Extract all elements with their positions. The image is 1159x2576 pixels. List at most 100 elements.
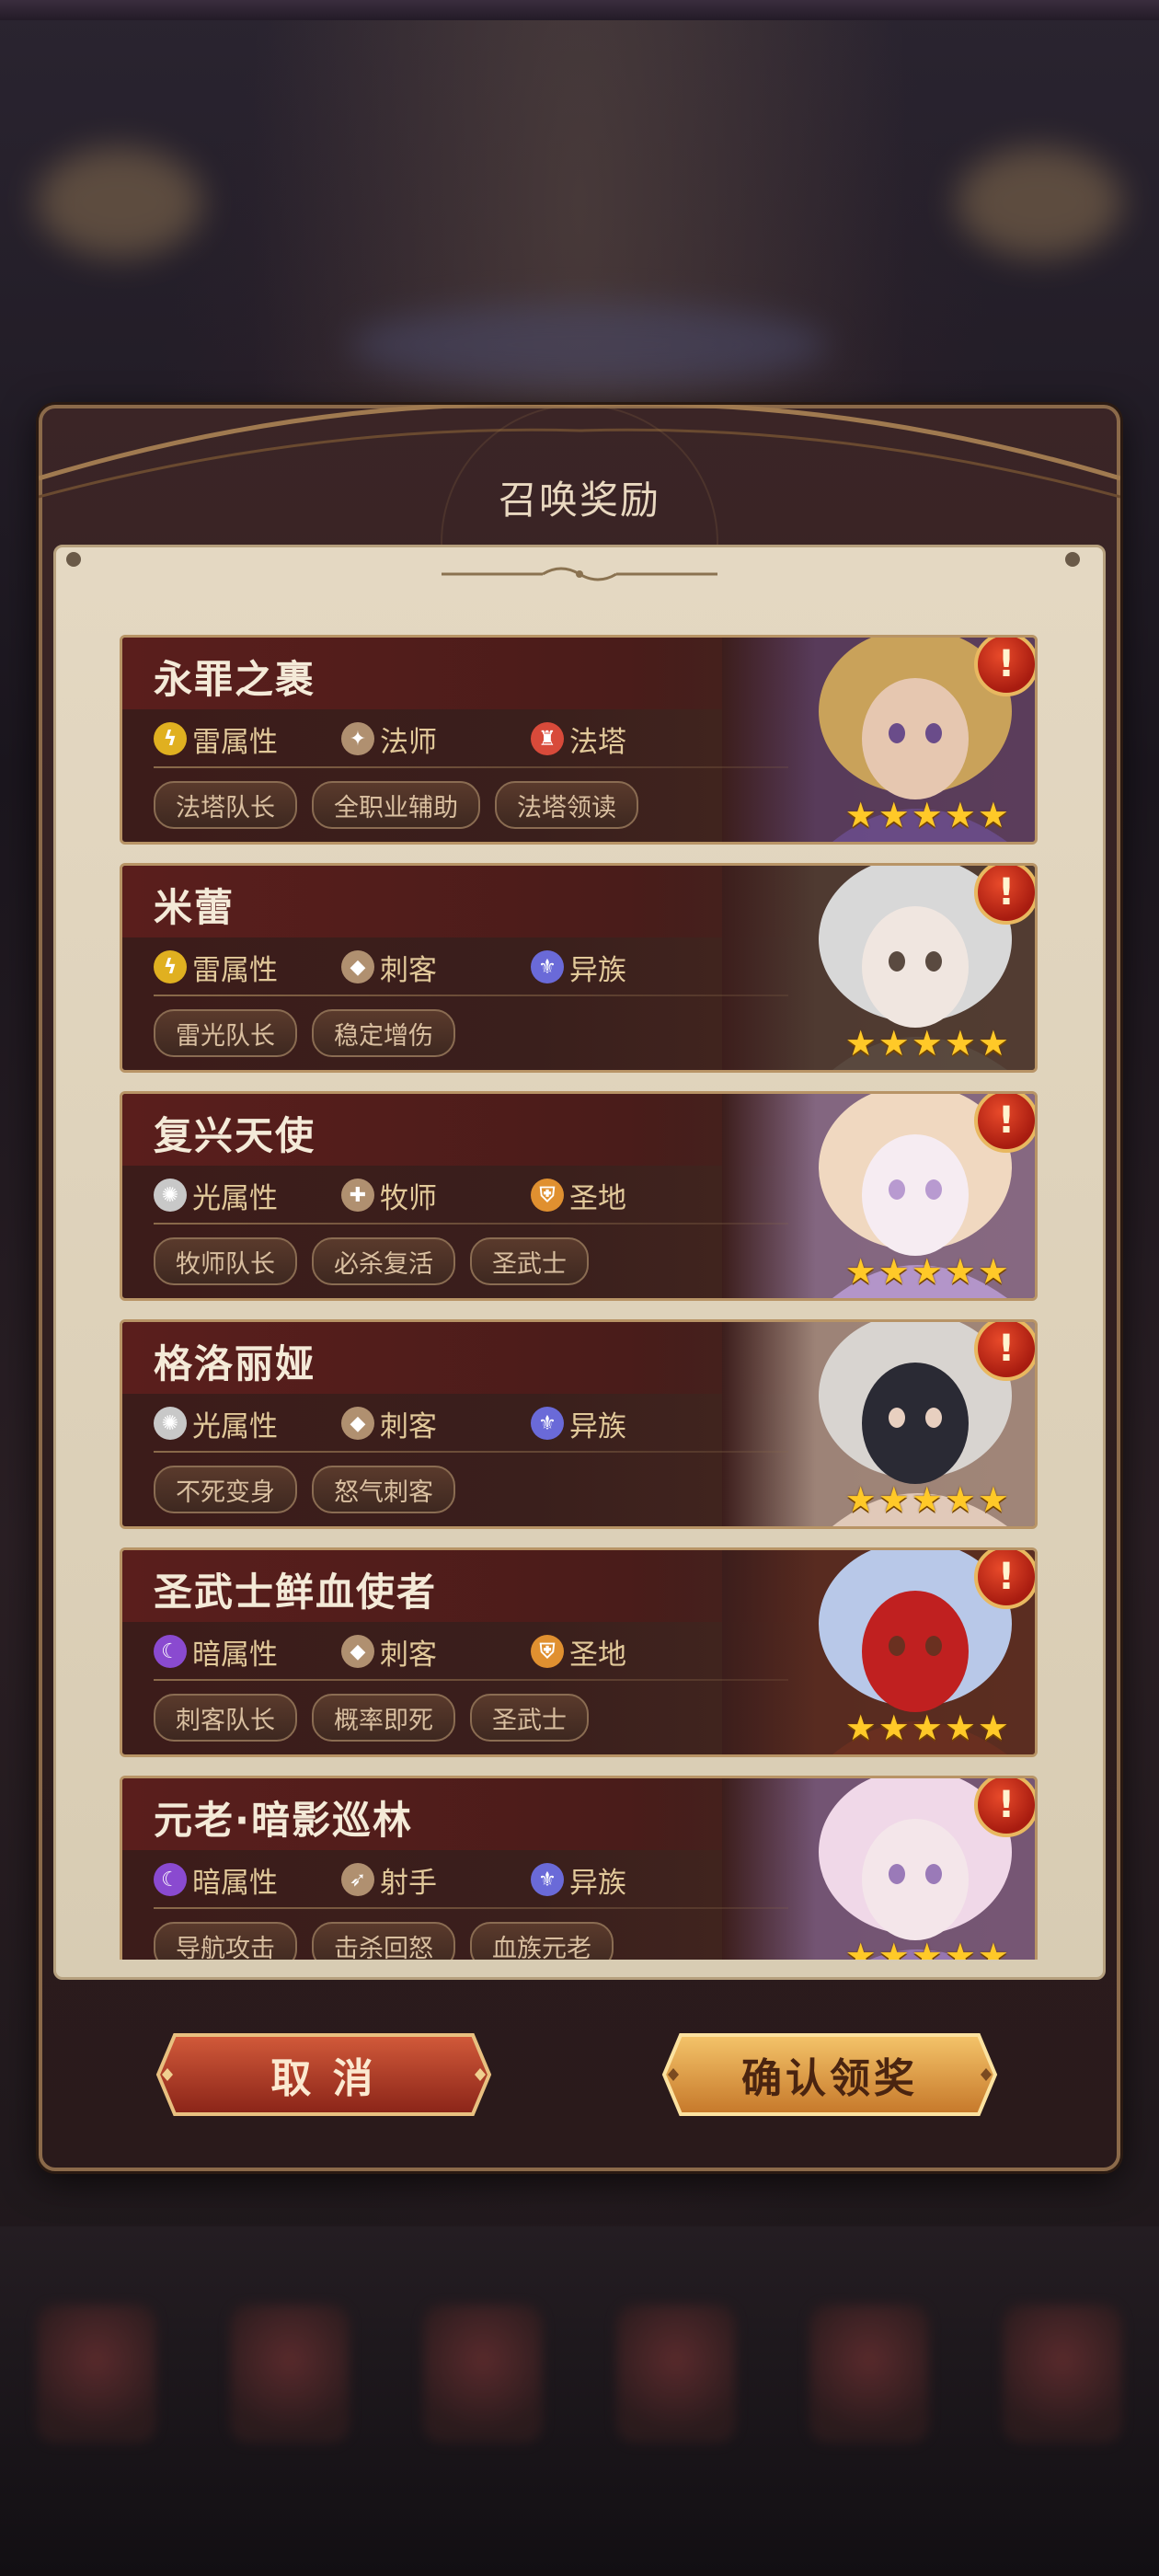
star-icon: ★ <box>944 1936 976 1960</box>
faction-attribute-label: 法塔 <box>569 725 626 759</box>
hero-card[interactable]: 圣武士鲜血使者 ☾ 暗属性 ◆ 刺客 ⛨ 圣地 刺客队长 概率即死 圣武士 ★ ★ ★ ★ ★! <box>120 1547 1038 1757</box>
class-attribute-label: 射手 <box>380 1866 437 1900</box>
hero-tags: 刺客队长 概率即死 圣武士 <box>154 1694 589 1742</box>
hero-card[interactable]: 元老·暗影巡林 ☾ 暗属性 ➶ 射手 ⚜ 异族 导航攻击 击杀回怒 血族元老 ★ ★ ★ ★ ★! <box>120 1776 1038 1960</box>
nav-slot <box>230 2305 350 2443</box>
star-rating: ★ ★ ★ ★ ★ <box>845 1938 1009 1960</box>
mage-class-icon: ✦ <box>341 722 374 755</box>
card-divider <box>154 1907 788 1909</box>
hero-name: 永罪之裹 <box>154 657 316 702</box>
class-attribute-label: 刺客 <box>380 1638 437 1672</box>
archer-class-icon: ➶ <box>341 1863 374 1896</box>
hero-tag: 血族元老 <box>470 1922 614 1960</box>
otherworld-faction-icon: ⚜ <box>531 1863 564 1896</box>
star-icon: ★ <box>878 795 910 835</box>
faction-attribute: ♜ 法塔 <box>531 719 626 759</box>
faction-attribute: ⚜ 异族 <box>531 1859 626 1900</box>
star-icon: ★ <box>878 1936 910 1960</box>
star-icon: ★ <box>844 795 877 835</box>
element-attribute-label: 光属性 <box>192 1409 278 1443</box>
holy-faction-icon: ⛨ <box>531 1635 564 1668</box>
dark-icon: ☾ <box>154 1863 187 1896</box>
card-divider <box>154 1679 788 1681</box>
top-frame <box>0 0 1159 20</box>
card-divider <box>154 1451 788 1453</box>
class-attribute: ◆ 刺客 <box>341 947 437 987</box>
hero-name: 格洛丽娅 <box>154 1341 316 1386</box>
light-icon: ✺ <box>154 1179 187 1212</box>
hero-attributes: ϟ 雷属性 ✦ 法师 ♜ 法塔 <box>154 719 798 759</box>
assassin-class-icon: ◆ <box>341 950 374 983</box>
cancel-button-label: 取 消 <box>270 2055 377 2102</box>
hero-tag: 法塔队长 <box>154 781 297 829</box>
element-attribute-label: 暗属性 <box>192 1638 278 1672</box>
hero-attributes: ✺ 光属性 ◆ 刺客 ⚜ 异族 <box>154 1403 798 1443</box>
confirm-claim-button[interactable]: 确认领奖 <box>660 2030 999 2120</box>
star-icon: ★ <box>944 1023 976 1064</box>
info-alert-icon[interactable]: ! <box>974 1322 1035 1381</box>
panel-ornament <box>442 567 717 581</box>
hero-tags: 牧师队长 必杀复活 圣武士 <box>154 1237 589 1285</box>
panel-rivet <box>66 552 81 567</box>
info-alert-icon[interactable]: ! <box>974 866 1035 925</box>
faction-attribute-label: 异族 <box>569 953 626 987</box>
star-rating: ★ ★ ★ ★ ★ <box>845 1254 1009 1289</box>
hero-card[interactable]: 永罪之裹 ϟ 雷属性 ✦ 法师 ♜ 法塔 法塔队长 全职业辅助 法塔领读 ★ ★ ★ ★ ★! <box>120 635 1038 845</box>
star-icon: ★ <box>977 795 1009 835</box>
nav-slot <box>616 2305 736 2443</box>
faction-attribute: ⛨ 圣地 <box>531 1175 626 1215</box>
bottom-nav <box>0 2282 1159 2466</box>
dialog-title: 召唤奖励 <box>498 477 660 523</box>
hero-tag: 圣武士 <box>470 1237 589 1285</box>
class-attribute: ◆ 刺客 <box>341 1403 437 1443</box>
background-blur <box>957 147 1122 258</box>
faction-attribute: ⚜ 异族 <box>531 1403 626 1443</box>
hero-tag: 全职业辅助 <box>312 781 480 829</box>
hero-tag: 稳定增伤 <box>312 1009 455 1057</box>
confirm-button-label: 确认领奖 <box>741 2055 918 2102</box>
hero-tags: 不死变身 怒气刺客 <box>154 1466 455 1513</box>
star-icon: ★ <box>944 795 976 835</box>
hero-tag: 牧师队长 <box>154 1237 297 1285</box>
priest-class-icon: ✚ <box>341 1179 374 1212</box>
hero-attributes: ☾ 暗属性 ◆ 刺客 ⛨ 圣地 <box>154 1631 798 1672</box>
assassin-class-icon: ◆ <box>341 1407 374 1440</box>
hero-tag: 击杀回怒 <box>312 1922 455 1960</box>
info-alert-icon[interactable]: ! <box>974 1550 1035 1609</box>
hero-card[interactable]: 米蕾 ϟ 雷属性 ◆ 刺客 ⚜ 异族 雷光队长 稳定增伤 ★ ★ ★ ★ ★! <box>120 863 1038 1073</box>
class-attribute-label: 刺客 <box>380 953 437 987</box>
star-icon: ★ <box>977 1936 1009 1960</box>
hero-card[interactable]: 复兴天使 ✺ 光属性 ✚ 牧师 ⛨ 圣地 牧师队长 必杀复活 圣武士 ★ ★ ★ ★ ★! <box>120 1091 1038 1301</box>
panel-rivet <box>1065 552 1080 567</box>
star-icon: ★ <box>977 1023 1009 1064</box>
class-attribute-label: 法师 <box>380 725 437 759</box>
dark-icon: ☾ <box>154 1635 187 1668</box>
background-blur <box>350 304 828 386</box>
hero-tag: 导航攻击 <box>154 1922 297 1960</box>
hero-tag: 必杀复活 <box>312 1237 455 1285</box>
hero-tag: 法塔领读 <box>495 781 638 829</box>
star-icon: ★ <box>977 1251 1009 1292</box>
star-icon: ★ <box>911 1023 943 1064</box>
star-rating: ★ ★ ★ ★ ★ <box>845 1710 1009 1745</box>
class-attribute-label: 刺客 <box>380 1409 437 1443</box>
cancel-button[interactable]: 取 消 <box>155 2030 493 2120</box>
hero-tags: 雷光队长 稳定增伤 <box>154 1009 455 1057</box>
info-alert-icon[interactable]: ! <box>974 1094 1035 1153</box>
star-icon: ★ <box>911 1251 943 1292</box>
hero-list[interactable]: 永罪之裹 ϟ 雷属性 ✦ 法师 ♜ 法塔 法塔队长 全职业辅助 法塔领读 ★ ★ ★ ★ ★! 米蕾 ϟ 雷属性 ◆… <box>120 635 1038 1960</box>
star-icon: ★ <box>944 1708 976 1748</box>
class-attribute: ✦ 法师 <box>341 719 437 759</box>
star-icon: ★ <box>911 1479 943 1520</box>
star-icon: ★ <box>944 1251 976 1292</box>
hero-tag: 不死变身 <box>154 1466 297 1513</box>
star-icon: ★ <box>944 1479 976 1520</box>
star-icon: ★ <box>844 1479 877 1520</box>
otherworld-faction-icon: ⚜ <box>531 950 564 983</box>
hero-card[interactable]: 格洛丽娅 ✺ 光属性 ◆ 刺客 ⚜ 异族 不死变身 怒气刺客 ★ ★ ★ ★ ★! <box>120 1319 1038 1529</box>
info-alert-icon[interactable]: ! <box>974 638 1035 696</box>
hero-attributes: ☾ 暗属性 ➶ 射手 ⚜ 异族 <box>154 1859 798 1900</box>
info-alert-icon[interactable]: ! <box>974 1778 1035 1837</box>
class-attribute: ✚ 牧师 <box>341 1175 437 1215</box>
hero-name: 米蕾 <box>154 885 235 930</box>
